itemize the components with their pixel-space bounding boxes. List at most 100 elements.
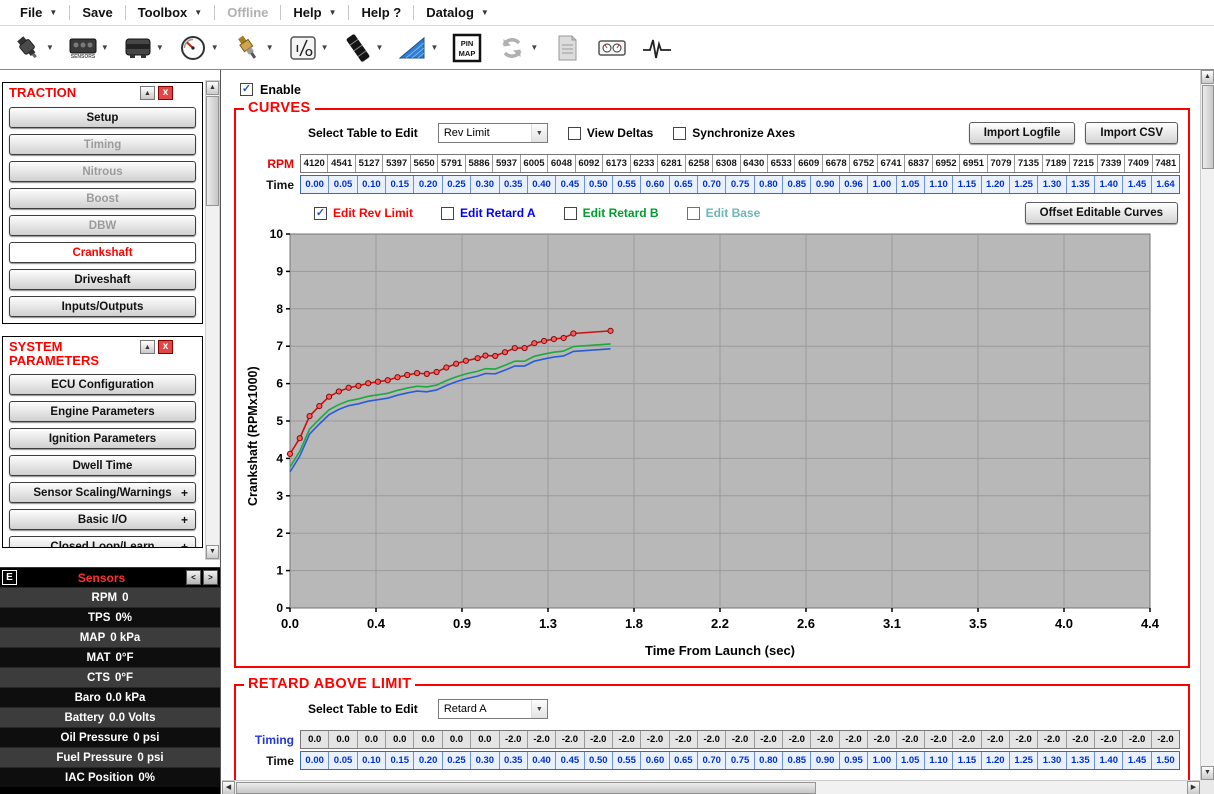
view-deltas-checkbox[interactable]: View Deltas — [568, 126, 653, 140]
table-cell[interactable]: 6092 — [575, 155, 602, 172]
table-cell[interactable]: 0.45 — [555, 176, 583, 193]
table-cell[interactable]: -2.0 — [1066, 731, 1094, 748]
table-cell[interactable]: 0.85 — [782, 176, 810, 193]
collapse-button[interactable]: ▲ — [140, 86, 155, 100]
table-cell[interactable]: -2.0 — [669, 731, 697, 748]
edit-check-edit-rev-limit[interactable]: ✓Edit Rev Limit — [314, 206, 413, 220]
retard-table-select-dropdown[interactable]: Retard A ▼ — [438, 699, 548, 719]
table-cell[interactable]: 0.20 — [413, 752, 441, 769]
table-cell[interactable]: -2.0 — [1151, 731, 1179, 748]
scroll-up-icon[interactable]: ▲ — [206, 81, 219, 95]
checkbox-icon[interactable]: ✓ — [314, 207, 327, 220]
table-cell[interactable]: 1.10 — [924, 752, 952, 769]
table-cell[interactable]: 6752 — [849, 155, 876, 172]
table-cell[interactable]: 0.50 — [584, 752, 612, 769]
table-cell[interactable]: -2.0 — [499, 731, 527, 748]
table-cell[interactable]: 6741 — [877, 155, 904, 172]
tool-graph-3d[interactable]: ▼ — [394, 30, 440, 66]
table-cell[interactable]: 7481 — [1152, 155, 1179, 172]
close-button[interactable]: x — [158, 340, 173, 354]
scroll-left-icon[interactable]: ◀ — [222, 781, 235, 794]
table-cell[interactable]: 0.40 — [527, 176, 555, 193]
table-cell[interactable]: -2.0 — [527, 731, 555, 748]
import-csv-button[interactable]: Import CSV — [1085, 122, 1178, 144]
table-cell[interactable]: 0.55 — [612, 752, 640, 769]
import-logfile-button[interactable]: Import Logfile — [969, 122, 1076, 144]
table-cell[interactable]: 0.35 — [499, 752, 527, 769]
table-cell[interactable]: 0.15 — [385, 752, 413, 769]
table-cell[interactable]: 0.0 — [470, 731, 498, 748]
checkbox-icon[interactable] — [441, 207, 454, 220]
sidebar-item-sensor-scaling-warnings[interactable]: Sensor Scaling/Warnings+ — [9, 482, 196, 503]
table-cell[interactable]: 0.30 — [470, 176, 498, 193]
table-cell[interactable]: 1.00 — [867, 176, 895, 193]
table-cell[interactable]: 0.95 — [839, 752, 867, 769]
table-cell[interactable]: 0.85 — [782, 752, 810, 769]
menu-help[interactable]: Help ? — [349, 2, 413, 23]
table-cell[interactable]: 0.60 — [640, 176, 668, 193]
table-cell[interactable]: 0.90 — [810, 176, 838, 193]
edit-check-edit-retard-a[interactable]: Edit Retard A — [441, 206, 536, 220]
edit-check-edit-base[interactable]: Edit Base — [687, 206, 761, 220]
table-cell[interactable]: 0.20 — [413, 176, 441, 193]
table-cell[interactable]: 0.05 — [328, 176, 356, 193]
menu-offline[interactable]: Offline — [215, 2, 280, 23]
table-cell[interactable]: 0.55 — [612, 176, 640, 193]
table-cell[interactable]: 7189 — [1042, 155, 1069, 172]
table-cell[interactable]: 6678 — [822, 155, 849, 172]
checkbox-icon[interactable] — [673, 127, 686, 140]
table-cell[interactable]: 0.0 — [301, 731, 328, 748]
table-cell[interactable]: 0.00 — [301, 176, 328, 193]
scrollbar-thumb[interactable] — [1202, 85, 1214, 169]
table-cell[interactable]: 1.15 — [952, 752, 980, 769]
scroll-up-icon[interactable]: ▲ — [1201, 70, 1214, 84]
table-cell[interactable]: 1.50 — [1151, 752, 1179, 769]
table-cell[interactable]: 0.0 — [413, 731, 441, 748]
sidebar-item-closed-loop-learn[interactable]: Closed Loop/Learn+ — [9, 536, 196, 548]
table-cell[interactable]: 1.35 — [1066, 752, 1094, 769]
table-cell[interactable]: 7409 — [1124, 155, 1151, 172]
table-cell[interactable]: 6233 — [630, 155, 657, 172]
tool-waveform[interactable] — [639, 30, 675, 66]
tool-injector[interactable]: ▼ — [10, 30, 56, 66]
sidebar-item-basic-i-o[interactable]: Basic I/O+ — [9, 509, 196, 530]
scroll-down-icon[interactable]: ▼ — [1201, 766, 1214, 780]
table-cell[interactable]: 1.10 — [924, 176, 952, 193]
tool-gauge[interactable]: ▼ — [175, 30, 221, 66]
collapse-button[interactable]: ▲ — [140, 340, 155, 354]
synchronize-axes-checkbox[interactable]: Synchronize Axes — [673, 126, 795, 140]
table-cell[interactable]: 0.15 — [385, 176, 413, 193]
table-cell[interactable]: 0.0 — [385, 731, 413, 748]
sidebar-item-setup[interactable]: Setup — [9, 107, 196, 128]
table-cell[interactable]: 6952 — [932, 155, 959, 172]
table-cell[interactable]: 1.45 — [1122, 752, 1150, 769]
offset-editable-curves-button[interactable]: Offset Editable Curves — [1025, 202, 1178, 224]
table-cell[interactable]: 7079 — [987, 155, 1014, 172]
table-cell[interactable]: 0.10 — [357, 752, 385, 769]
table-cell[interactable]: 1.40 — [1094, 752, 1122, 769]
scrollbar-thumb[interactable] — [206, 96, 219, 206]
table-cell[interactable]: -2.0 — [1009, 731, 1037, 748]
table-cell[interactable]: 6308 — [712, 155, 739, 172]
table-cell[interactable]: 1.25 — [1009, 752, 1037, 769]
table-cell[interactable]: 1.05 — [896, 752, 924, 769]
sensors-next-button[interactable]: > — [203, 570, 218, 585]
sidebar-item-boost[interactable]: Boost — [9, 188, 196, 209]
table-cell[interactable]: 6609 — [794, 155, 821, 172]
table-cell[interactable]: -2.0 — [867, 731, 895, 748]
sidebar-item-dbw[interactable]: DBW — [9, 215, 196, 236]
table-cell[interactable]: 5886 — [465, 155, 492, 172]
sidebar-item-driveshaft[interactable]: Driveshaft — [9, 269, 196, 290]
table-cell[interactable]: 1.20 — [981, 752, 1009, 769]
scroll-right-icon[interactable]: ▶ — [1187, 781, 1200, 794]
scrollbar-thumb[interactable] — [236, 782, 816, 794]
table-cell[interactable]: 0.65 — [669, 176, 697, 193]
tool-coil-pack[interactable]: ▼ — [340, 30, 386, 66]
table-cell[interactable]: 0.96 — [839, 176, 867, 193]
checkbox-icon[interactable] — [564, 207, 577, 220]
table-cell[interactable]: 5397 — [382, 155, 409, 172]
table-cell[interactable]: 0.40 — [527, 752, 555, 769]
sidebar-item-engine-parameters[interactable]: Engine Parameters — [9, 401, 196, 422]
table-cell[interactable]: 0.25 — [442, 176, 470, 193]
table-cell[interactable]: 6951 — [959, 155, 986, 172]
